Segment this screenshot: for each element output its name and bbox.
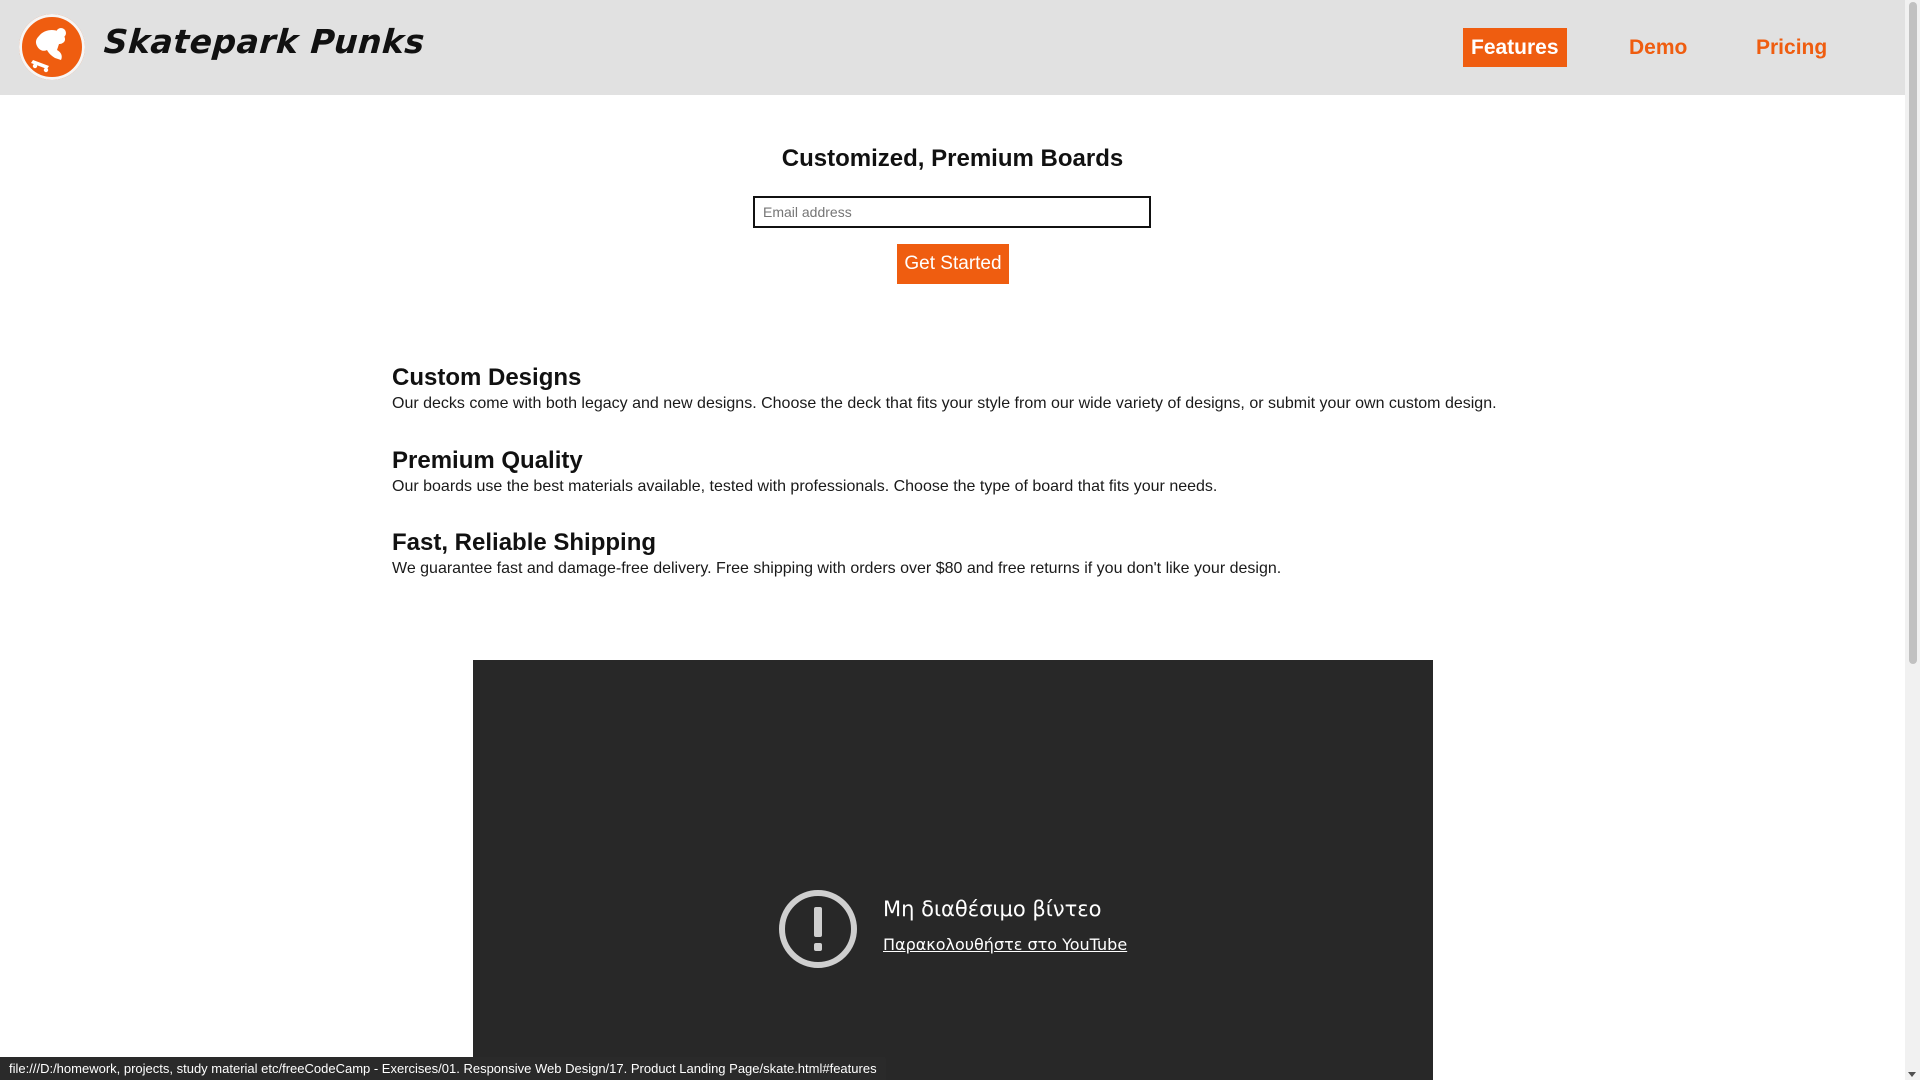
watch-on-youtube-link[interactable]: Παρακολουθήστε στο YouTube (883, 935, 1127, 954)
feature-title: Custom Designs (392, 364, 582, 391)
feature-title: Premium Quality (392, 447, 583, 474)
page: Skatepark Punks Features Demo Pricing Cu… (0, 0, 1905, 1080)
alert-circle-icon (779, 890, 857, 968)
brand-name: Skatepark Punks (102, 22, 427, 61)
feature-item: Premium Quality Our boards use the best … (392, 447, 1592, 497)
feature-text: We guarantee fast and damage-free delive… (392, 560, 1282, 577)
skater-logo-icon[interactable] (19, 14, 85, 80)
feature-item: Fast, Reliable Shipping We guarantee fas… (392, 529, 1592, 579)
scrollbar-thumb[interactable] (1909, 2, 1917, 664)
feature-item: Custom Designs Our decks come with both … (392, 364, 1592, 414)
feature-title: Fast, Reliable Shipping (392, 529, 657, 556)
video-player[interactable]: Μη διαθέσιμο βίντεο Παρακολουθήστε στο Y… (473, 660, 1433, 1080)
hero-title: Customized, Premium Boards (781, 145, 1124, 172)
email-input[interactable] (753, 196, 1151, 228)
get-started-button[interactable]: Get Started (897, 244, 1009, 284)
nav-link-features[interactable]: Features (1463, 28, 1567, 67)
feature-text: Our decks come with both legacy and new … (392, 395, 1497, 412)
video-error-title: Μη διαθέσιμο βίντεο (883, 897, 1102, 921)
nav-link-pricing[interactable]: Pricing (1756, 28, 1827, 67)
scroll-down-arrow-icon[interactable] (1908, 1072, 1916, 1077)
nav-link-demo[interactable]: Demo (1629, 28, 1687, 67)
feature-text: Our boards use the best materials availa… (392, 478, 1218, 495)
site-header: Skatepark Punks Features Demo Pricing (0, 0, 1905, 95)
vertical-scrollbar[interactable] (1905, 0, 1920, 1080)
status-bar-url: file:///D:/homework, projects, study mat… (0, 1057, 886, 1080)
